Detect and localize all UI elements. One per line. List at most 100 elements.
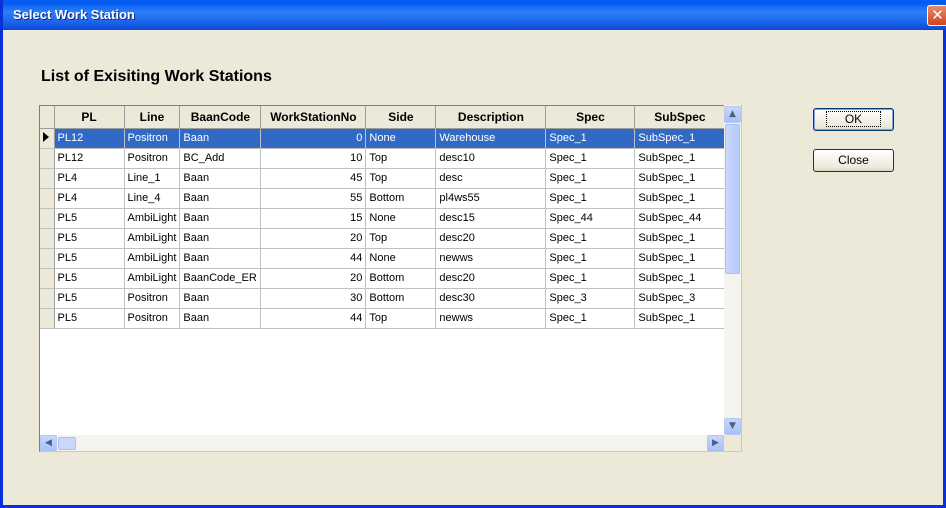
cell-baancode[interactable]: BaanCode_ER <box>179 268 262 289</box>
window-close-icon[interactable]: ✕ <box>927 5 946 26</box>
column-header-line[interactable]: Line <box>124 106 181 129</box>
column-header-description[interactable]: Description <box>435 106 547 129</box>
cell-line[interactable]: AmbiLight <box>124 268 181 289</box>
table-row[interactable]: PL5 AmbiLight Baan 15 None desc15 Spec_44 SubSp… <box>40 208 726 229</box>
cell-subspec[interactable]: SubSpec_1 <box>634 128 726 149</box>
cell-description[interactable]: desc <box>435 168 547 189</box>
cell-spec[interactable]: Spec_44 <box>545 208 636 229</box>
row-selector[interactable] <box>40 228 55 249</box>
row-selector[interactable] <box>40 148 55 169</box>
vertical-scroll-thumb[interactable] <box>725 124 740 274</box>
cell-workstationno[interactable]: 10 <box>260 148 367 169</box>
cell-spec[interactable]: Spec_1 <box>545 148 636 169</box>
cell-description[interactable]: desc20 <box>435 228 547 249</box>
cell-line[interactable]: Positron <box>124 308 181 329</box>
cell-baancode[interactable]: Baan <box>179 228 262 249</box>
cell-pl[interactable]: PL5 <box>54 248 125 269</box>
cell-baancode[interactable]: Baan <box>179 248 262 269</box>
cell-baancode[interactable]: Baan <box>179 208 262 229</box>
cell-workstationno[interactable]: 44 <box>260 308 367 329</box>
scroll-down-icon[interactable]: ▼ <box>724 418 741 435</box>
cell-pl[interactable]: PL5 <box>54 268 125 289</box>
cell-workstationno[interactable]: 20 <box>260 268 367 289</box>
cell-baancode[interactable]: Baan <box>179 128 262 149</box>
cell-pl[interactable]: PL5 <box>54 228 125 249</box>
cell-spec[interactable]: Spec_1 <box>545 268 636 289</box>
cell-side[interactable]: Bottom <box>365 268 437 289</box>
cell-subspec[interactable]: SubSpec_44 <box>634 208 726 229</box>
cell-spec[interactable]: Spec_1 <box>545 228 636 249</box>
cell-side[interactable]: Bottom <box>365 288 437 309</box>
cell-line[interactable]: AmbiLight <box>124 228 181 249</box>
column-header-workstationno[interactable]: WorkStationNo <box>260 106 367 129</box>
table-row[interactable]: PL5 AmbiLight BaanCode_ER 20 Bottom desc20 Spe… <box>40 268 726 289</box>
cell-pl[interactable]: PL5 <box>54 308 125 329</box>
row-selector[interactable] <box>40 188 55 209</box>
cell-subspec[interactable]: SubSpec_1 <box>634 148 726 169</box>
scroll-right-icon[interactable]: ▶ <box>707 435 724 452</box>
cell-side[interactable]: Top <box>365 148 437 169</box>
table-row[interactable]: PL12 Positron BC_Add 10 Top desc10 Spec_1 SubSp… <box>40 148 726 169</box>
scroll-up-icon[interactable]: ▲ <box>724 106 741 123</box>
cell-pl[interactable]: PL12 <box>54 128 125 149</box>
cell-subspec[interactable]: SubSpec_1 <box>634 248 726 269</box>
cell-spec[interactable]: Spec_1 <box>545 308 636 329</box>
cell-side[interactable]: Top <box>365 308 437 329</box>
row-selector[interactable] <box>40 268 55 289</box>
cell-subspec[interactable]: SubSpec_1 <box>634 308 726 329</box>
cell-side[interactable]: Top <box>365 228 437 249</box>
column-header-baancode[interactable]: BaanCode <box>179 106 262 129</box>
cell-line[interactable]: Line_1 <box>124 168 181 189</box>
cell-side[interactable]: None <box>365 128 437 149</box>
cell-line[interactable]: Positron <box>124 148 181 169</box>
row-selector[interactable] <box>40 308 55 329</box>
table-row[interactable]: PL5 Positron Baan 30 Bottom desc30 Spec_3 SubSp… <box>40 288 726 309</box>
cell-workstationno[interactable]: 55 <box>260 188 367 209</box>
cell-line[interactable]: Positron <box>124 128 181 149</box>
table-row[interactable]: PL4 Line_4 Baan 55 Bottom pl4ws55 Spec_1 SubSpe… <box>40 188 726 209</box>
ok-button[interactable]: OK <box>813 108 894 131</box>
cell-workstationno[interactable]: 20 <box>260 228 367 249</box>
cell-description[interactable]: desc10 <box>435 148 547 169</box>
cell-spec[interactable]: Spec_1 <box>545 188 636 209</box>
table-row[interactable]: PL5 AmbiLight Baan 44 None newws Spec_1 SubSpec… <box>40 248 726 269</box>
cell-subspec[interactable]: SubSpec_3 <box>634 288 726 309</box>
cell-line[interactable]: Positron <box>124 288 181 309</box>
cell-spec[interactable]: Spec_1 <box>545 168 636 189</box>
table-row[interactable]: PL5 Positron Baan 44 Top newws Spec_1 SubSpec_1 <box>40 308 726 329</box>
cell-pl[interactable]: PL5 <box>54 288 125 309</box>
work-stations-grid[interactable]: PL Line BaanCode WorkStationNo Side Descripti… <box>39 105 742 452</box>
scroll-left-icon[interactable]: ◀ <box>40 435 57 452</box>
row-selector[interactable] <box>40 168 55 189</box>
table-row[interactable]: PL12 Positron Baan 0 None Warehouse Spec_1 SubS… <box>40 128 726 149</box>
cell-pl[interactable]: PL5 <box>54 208 125 229</box>
column-header-spec[interactable]: Spec <box>545 106 636 129</box>
cell-workstationno[interactable]: 0 <box>260 128 367 149</box>
cell-workstationno[interactable]: 30 <box>260 288 367 309</box>
cell-description[interactable]: pl4ws55 <box>435 188 547 209</box>
cell-baancode[interactable]: BC_Add <box>179 148 262 169</box>
horizontal-scroll-thumb[interactable] <box>58 437 76 450</box>
cell-line[interactable]: AmbiLight <box>124 248 181 269</box>
cell-line[interactable]: AmbiLight <box>124 208 181 229</box>
column-header-side[interactable]: Side <box>365 106 437 129</box>
row-selector[interactable] <box>40 128 55 149</box>
cell-pl[interactable]: PL4 <box>54 168 125 189</box>
cell-baancode[interactable]: Baan <box>179 188 262 209</box>
cell-spec[interactable]: Spec_3 <box>545 288 636 309</box>
cell-workstationno[interactable]: 45 <box>260 168 367 189</box>
cell-subspec[interactable]: SubSpec_1 <box>634 228 726 249</box>
cell-description[interactable]: desc15 <box>435 208 547 229</box>
cell-side[interactable]: None <box>365 208 437 229</box>
cell-side[interactable]: None <box>365 248 437 269</box>
cell-subspec[interactable]: SubSpec_1 <box>634 268 726 289</box>
row-selector[interactable] <box>40 288 55 309</box>
column-header-subspec[interactable]: SubSpec <box>634 106 726 129</box>
cell-spec[interactable]: Spec_1 <box>545 248 636 269</box>
close-button[interactable]: Close <box>813 149 894 172</box>
cell-pl[interactable]: PL4 <box>54 188 125 209</box>
title-bar[interactable]: Select Work Station ✕ <box>3 0 946 30</box>
cell-workstationno[interactable]: 15 <box>260 208 367 229</box>
cell-subspec[interactable]: SubSpec_1 <box>634 188 726 209</box>
row-selector[interactable] <box>40 248 55 269</box>
